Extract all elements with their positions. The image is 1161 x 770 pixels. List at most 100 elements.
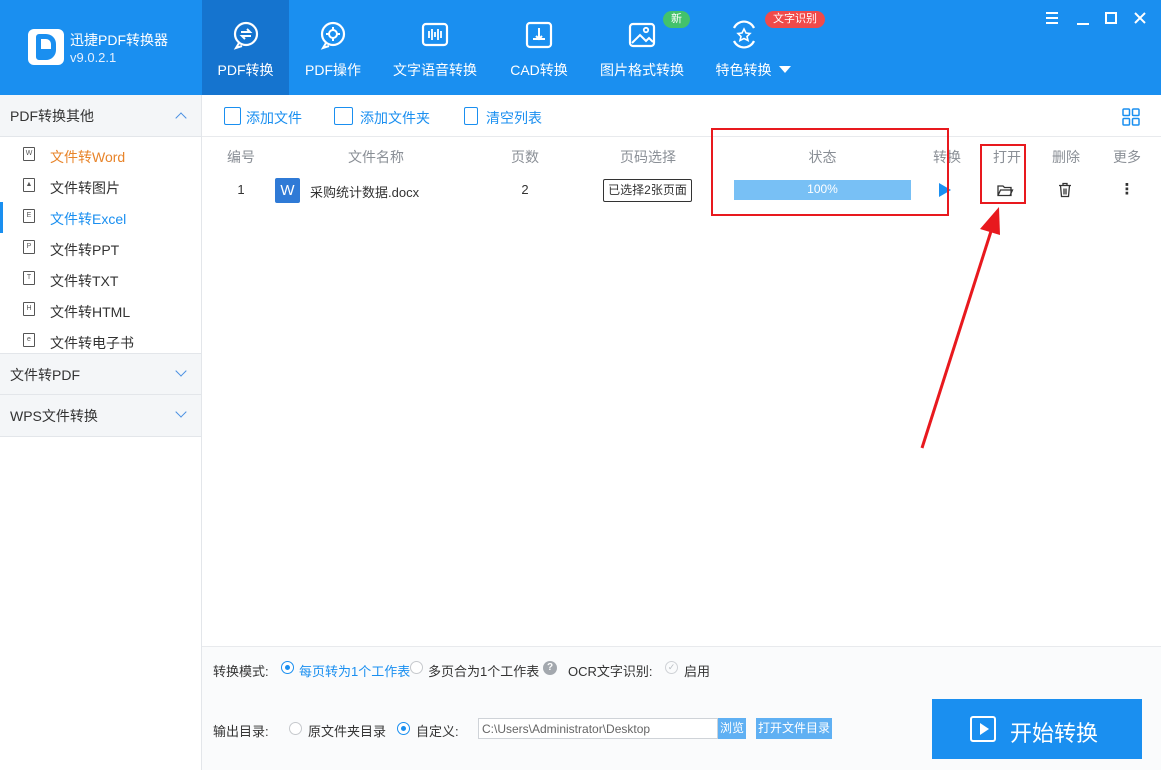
sidebar-item-to-word[interactable]: W 文件转Word xyxy=(0,140,201,171)
new-badge: 新 xyxy=(663,11,690,28)
mode-radio-merge[interactable] xyxy=(410,661,423,674)
add-folder-icon xyxy=(334,107,353,125)
tab-label: 特色转换 xyxy=(715,62,772,78)
tab-label: 图片格式转换 xyxy=(600,62,684,78)
pdf-gear-icon xyxy=(320,21,346,50)
col-header-index: 编号 xyxy=(227,149,255,165)
waveform-icon xyxy=(421,22,449,47)
file-ebook-icon: e xyxy=(23,333,35,347)
sidebar-item-label: 文件转电子书 xyxy=(50,335,134,351)
sidebar-item-label: 文件转PPT xyxy=(50,242,120,258)
mode-option1-label: 每页转为1个工作表 xyxy=(299,664,411,679)
mode-option2-label: 多页合为1个工作表 xyxy=(428,664,540,679)
output-option1-label: 原文件夹目录 xyxy=(308,724,387,739)
ocr-enable-label: 启用 xyxy=(684,664,711,679)
ocr-label: OCR文字识别: xyxy=(568,664,653,679)
file-html-icon: H xyxy=(23,302,35,316)
tab-label: 文字语音转换 xyxy=(393,62,477,78)
tab-pdf-operate[interactable]: PDF操作 xyxy=(289,0,377,95)
chevron-down-icon[interactable] xyxy=(779,66,791,73)
app-logo-icon xyxy=(28,29,64,65)
open-highlight-box xyxy=(980,144,1026,204)
add-folder-label: 添加文件夹 xyxy=(360,110,430,126)
col-header-page-select: 页码选择 xyxy=(620,149,676,165)
file-ppt-icon: P xyxy=(23,240,35,254)
chevron-down-icon xyxy=(175,365,187,377)
col-header-filename: 文件名称 xyxy=(348,149,404,165)
top-bar: 迅捷PDF转换器 v9.0.2.1 PDF转换 PDF操作 文字语音转换 CAD… xyxy=(0,0,1161,95)
file-image-icon: ▲ xyxy=(23,178,35,192)
trash-icon xyxy=(464,107,478,125)
file-excel-icon: E xyxy=(23,209,35,223)
sidebar-section-to-pdf[interactable]: 文件转PDF xyxy=(0,353,201,395)
clear-list-button[interactable]: 清空列表 xyxy=(464,107,554,127)
tab-label: PDF转换 xyxy=(217,62,274,78)
status-highlight-box xyxy=(711,128,949,216)
minimize-icon[interactable] xyxy=(1073,8,1093,28)
col-header-delete: 删除 xyxy=(1052,149,1080,165)
start-convert-button[interactable]: 开始转换 xyxy=(932,699,1142,759)
col-header-pages: 页数 xyxy=(511,149,539,165)
delete-icon[interactable] xyxy=(1056,181,1074,199)
page-select-button[interactable]: 已选择2张页面 xyxy=(603,179,692,202)
chevron-down-icon xyxy=(175,406,187,418)
sidebar-item-label: 文件转HTML xyxy=(50,304,131,320)
pdf-convert-icon xyxy=(233,21,258,50)
close-icon[interactable] xyxy=(1130,8,1150,28)
sidebar-section-pdf-other[interactable]: PDF转换其他 xyxy=(0,95,201,137)
sidebar-item-label: 文件转TXT xyxy=(50,273,119,289)
grid-view-icon[interactable] xyxy=(1122,108,1140,126)
sidebar-item-label: 文件转Excel xyxy=(50,211,127,227)
chevron-up-icon xyxy=(175,112,187,124)
annotation-arrow xyxy=(920,207,1000,449)
output-path-field[interactable] xyxy=(478,718,718,739)
ocr-checkbox[interactable]: ✓ xyxy=(665,661,678,674)
tab-text-voice[interactable]: 文字语音转换 xyxy=(385,0,485,95)
star-icon xyxy=(732,20,755,49)
row-pages: 2 xyxy=(521,182,529,197)
output-option2-label: 自定义: xyxy=(416,724,459,739)
sidebar: PDF转换其他 W 文件转Word ▲ 文件转图片 E 文件转Excel P 文… xyxy=(0,95,202,770)
play-square-icon xyxy=(970,716,996,742)
app-name: 迅捷PDF转换器 xyxy=(70,32,168,48)
app-version: v9.0.2.1 xyxy=(70,50,117,65)
row-filename: 采购统计数据.docx xyxy=(310,185,420,200)
start-convert-label: 开始转换 xyxy=(1010,721,1099,746)
image-icon xyxy=(628,22,656,48)
tab-pdf-convert[interactable]: PDF转换 xyxy=(202,0,289,95)
app-window: 迅捷PDF转换器 v9.0.2.1 PDF转换 PDF操作 文字语音转换 CAD… xyxy=(0,0,1161,770)
sidebar-item-to-ppt[interactable]: P 文件转PPT xyxy=(0,233,201,264)
section-title: WPS文件转换 xyxy=(10,408,98,424)
file-word-icon: W xyxy=(23,147,35,161)
clear-list-label: 清空列表 xyxy=(486,110,542,126)
sidebar-item-label: 文件转Word xyxy=(50,149,126,165)
row-index: 1 xyxy=(237,182,245,197)
tab-label: CAD转换 xyxy=(510,62,568,78)
browse-button[interactable]: 浏览 xyxy=(718,718,746,739)
help-icon[interactable]: ? xyxy=(543,661,557,675)
sidebar-item-to-txt[interactable]: T 文件转TXT xyxy=(0,264,201,295)
sidebar-section-wps[interactable]: WPS文件转换 xyxy=(0,395,201,437)
tab-label: PDF操作 xyxy=(305,62,361,78)
sidebar-item-to-image[interactable]: ▲ 文件转图片 xyxy=(0,171,201,202)
add-file-icon xyxy=(224,107,241,125)
output-radio-source[interactable] xyxy=(289,722,302,735)
ocr-badge: 文字识别 xyxy=(765,11,825,28)
file-txt-icon: T xyxy=(23,271,35,285)
add-file-button[interactable]: 添加文件 xyxy=(224,107,314,127)
sidebar-item-label: 文件转图片 xyxy=(50,180,120,196)
tab-cad[interactable]: CAD转换 xyxy=(500,0,578,95)
cad-icon xyxy=(525,21,553,49)
open-folder-button[interactable]: 打开文件目录 xyxy=(756,718,832,739)
more-icon[interactable]: ⋮ xyxy=(1117,180,1137,198)
word-file-icon: W xyxy=(275,178,300,203)
sidebar-item-to-excel[interactable]: E 文件转Excel xyxy=(0,202,201,233)
mode-label: 转换模式: xyxy=(213,664,269,679)
section-title: 文件转PDF xyxy=(10,367,80,383)
output-radio-custom[interactable] xyxy=(397,722,410,735)
sidebar-item-to-html[interactable]: H 文件转HTML xyxy=(0,295,201,326)
maximize-icon[interactable] xyxy=(1101,8,1121,28)
mode-radio-per-page[interactable] xyxy=(281,661,294,674)
menu-icon[interactable] xyxy=(1042,8,1062,28)
add-folder-button[interactable]: 添加文件夹 xyxy=(334,107,439,127)
